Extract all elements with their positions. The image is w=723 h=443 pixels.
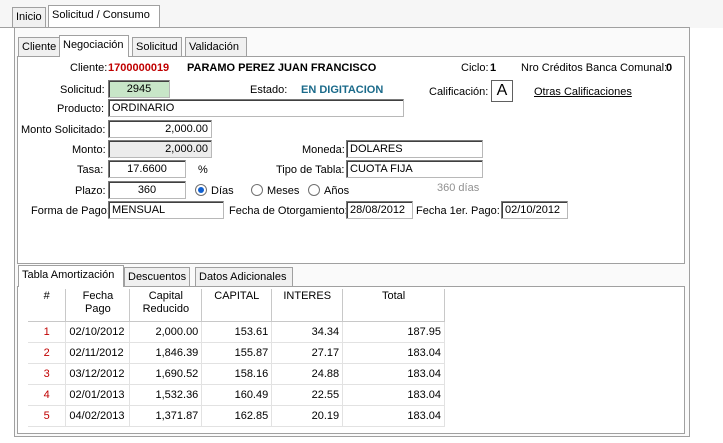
tab-datos-adicionales[interactable]: Datos Adicionales xyxy=(195,267,293,287)
cell-capital-reducido: 1,371.87 xyxy=(129,405,203,427)
tasa-label: Tasa: xyxy=(77,164,104,176)
forma-pago-label: Forma de Pago: xyxy=(31,205,110,217)
nro-creditos-label: Nro Créditos Banca Comunal: xyxy=(521,62,668,74)
table-row[interactable]: 1 02/10/2012 2,000.00 153.61 34.34 187.9… xyxy=(28,321,445,343)
moneda-field[interactable]: DOLARES xyxy=(346,140,483,158)
cell-capital: 158.16 xyxy=(201,363,273,385)
calificacion-box: A xyxy=(491,80,513,102)
tab-cliente[interactable]: Cliente xyxy=(18,37,61,57)
header-capital-reducido: Capital Reducido xyxy=(129,289,203,322)
plazo-dias-radio[interactable] xyxy=(195,184,207,196)
tab-tabla-amortizacion[interactable]: Tabla Amortización xyxy=(18,265,124,287)
table-row[interactable]: 3 03/12/2012 1,690.52 158.16 24.88 183.0… xyxy=(28,363,445,385)
header-fecha-pago: Fecha Pago xyxy=(65,289,131,322)
cliente-label: Cliente: xyxy=(70,62,108,74)
cell-interes: 34.34 xyxy=(271,321,344,343)
plazo-dias-label[interactable]: Días xyxy=(211,184,234,198)
tipo-tabla-field[interactable]: CUOTA FIJA xyxy=(346,160,483,178)
cell-capital: 162.85 xyxy=(201,405,273,427)
table-row[interactable]: 5 04/02/2013 1,371.87 162.85 20.19 183.0… xyxy=(28,405,445,427)
fecha-otorgamiento-field[interactable]: 28/08/2012 xyxy=(346,201,413,219)
table-row[interactable]: 4 02/01/2013 1,532.36 160.49 22.55 183.0… xyxy=(28,384,445,406)
amortizacion-table: # Fecha Pago Capital Reducido CAPITAL IN… xyxy=(28,289,445,427)
cell-total: 183.04 xyxy=(342,384,445,406)
tab-descuentos[interactable]: Descuentos xyxy=(124,267,191,287)
solicitud-field[interactable]: 2945 xyxy=(108,80,170,98)
producto-field[interactable]: ORDINARIO xyxy=(108,99,404,117)
cell-capital-reducido: 1,690.52 xyxy=(129,363,203,385)
tab-solicitud[interactable]: Solicitud xyxy=(132,37,182,57)
cell-interes: 20.19 xyxy=(271,405,344,427)
plazo-field[interactable]: 360 xyxy=(108,181,186,199)
plazo-meses-radio[interactable] xyxy=(251,184,263,196)
cell-fecha-pago: 02/01/2013 xyxy=(65,384,131,406)
cell-fecha-pago: 04/02/2013 xyxy=(65,405,131,427)
tab-solicitud-consumo[interactable]: Solicitud / Consumo xyxy=(48,5,160,27)
plazo-anos-radio[interactable] xyxy=(308,184,320,196)
estado-label: Estado: xyxy=(250,84,288,96)
cell-total: 183.04 xyxy=(342,342,445,364)
cell-interes: 27.17 xyxy=(271,342,344,364)
cell-capital: 160.49 xyxy=(201,384,273,406)
calificacion-label: Calificación: xyxy=(429,86,489,98)
monto-label: Monto: xyxy=(72,144,106,156)
nro-creditos-value: 0 xyxy=(666,62,673,74)
fecha-primer-pago-field[interactable]: 02/10/2012 xyxy=(501,201,568,219)
cell-fecha-pago: 02/11/2012 xyxy=(65,342,131,364)
cell-interes: 24.88 xyxy=(271,363,344,385)
tab-negociacion[interactable]: Negociación xyxy=(59,35,129,57)
tab-inicio[interactable]: Inicio xyxy=(12,7,46,27)
tipo-tabla-label: Tipo de Tabla: xyxy=(276,164,345,176)
cell-index: 5 xyxy=(28,405,67,427)
cell-capital-reducido: 1,846.39 xyxy=(129,342,203,364)
otras-calificaciones-link[interactable]: Otras Calificaciones xyxy=(534,85,632,99)
cell-capital-reducido: 2,000.00 xyxy=(129,321,203,343)
cell-interes: 22.55 xyxy=(271,384,344,406)
plazo-label: Plazo: xyxy=(75,185,106,197)
cell-total: 187.95 xyxy=(342,321,445,343)
ciclo-label: Ciclo: xyxy=(461,62,489,74)
header-total: Total xyxy=(342,289,445,322)
plazo-meses-label[interactable]: Meses xyxy=(267,184,299,198)
cell-total: 183.04 xyxy=(342,363,445,385)
cell-fecha-pago: 02/10/2012 xyxy=(65,321,131,343)
cell-index: 2 xyxy=(28,342,67,364)
cell-total: 183.04 xyxy=(342,405,445,427)
monto-solicitado-field[interactable]: 2,000.00 xyxy=(108,120,212,138)
tab-validacion[interactable]: Validación xyxy=(185,37,247,57)
table-row[interactable]: 2 02/11/2012 1,846.39 155.87 27.17 183.0… xyxy=(28,342,445,364)
header-capital: CAPITAL xyxy=(201,289,273,322)
cell-capital: 153.61 xyxy=(201,321,273,343)
cliente-code: 1700000019 xyxy=(108,62,170,74)
cell-index: 4 xyxy=(28,384,67,406)
header-index: # xyxy=(28,289,67,322)
producto-label: Producto: xyxy=(57,103,105,115)
header-interes: INTERES xyxy=(271,289,344,322)
fecha-primer-pago-label: Fecha 1er. Pago: xyxy=(416,205,500,217)
fecha-otorgamiento-label: Fecha de Otorgamiento: xyxy=(229,205,348,217)
estado-value: EN DIGITACION xyxy=(301,84,384,96)
tasa-percent-unit: % xyxy=(198,164,208,176)
monto-solicitado-label: Monto Solicitado: xyxy=(21,124,106,136)
cell-fecha-pago: 03/12/2012 xyxy=(65,363,131,385)
cell-index: 1 xyxy=(28,321,67,343)
ciclo-value: 1 xyxy=(490,62,497,74)
table-header-row: # Fecha Pago Capital Reducido CAPITAL IN… xyxy=(28,289,445,322)
cell-index: 3 xyxy=(28,363,67,385)
cliente-name: PARAMO PEREZ JUAN FRANCISCO xyxy=(187,62,377,74)
tasa-field[interactable]: 17.6600 xyxy=(108,160,186,178)
plazo-anos-label[interactable]: Años xyxy=(324,184,349,198)
cell-capital-reducido: 1,532.36 xyxy=(129,384,203,406)
cell-capital: 155.87 xyxy=(201,342,273,364)
plazo-hint: 360 días xyxy=(437,182,480,194)
forma-pago-field[interactable]: MENSUAL xyxy=(108,201,224,219)
solicitud-label: Solicitud: xyxy=(60,84,105,96)
monto-field: 2,000.00 xyxy=(108,140,212,158)
moneda-label: Moneda: xyxy=(302,144,345,156)
